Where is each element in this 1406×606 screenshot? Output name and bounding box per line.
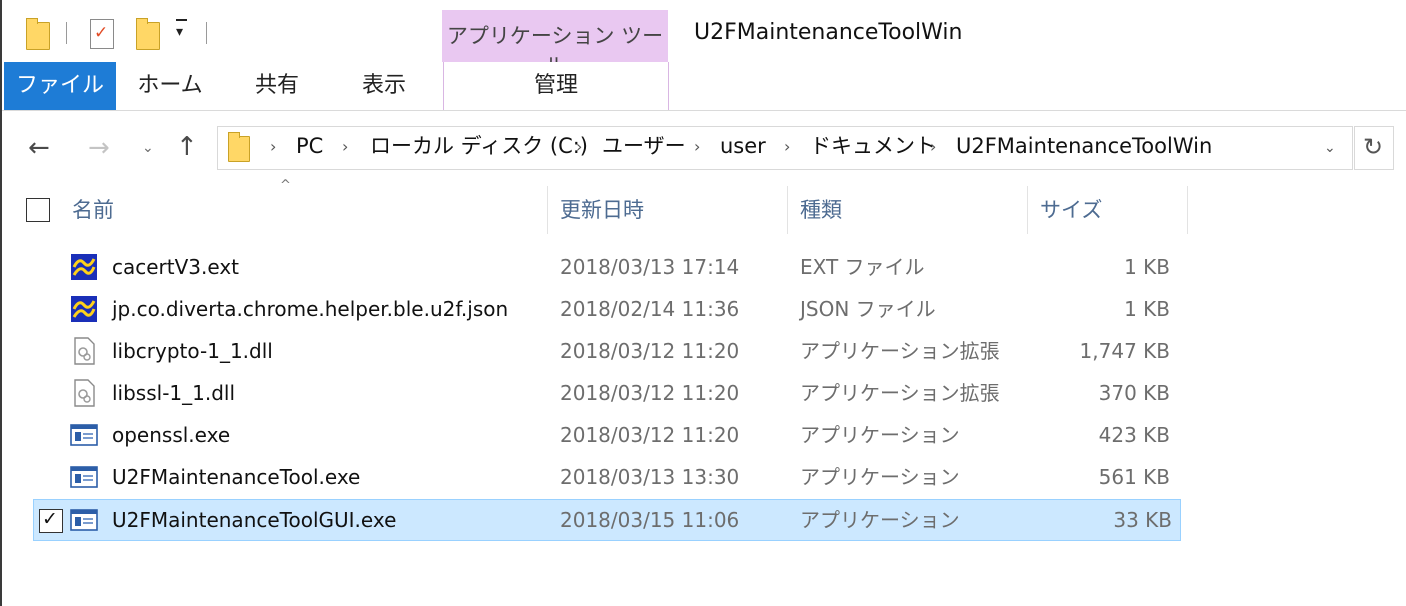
file-type: アプリケーション拡張 [800,381,1000,405]
file-date: 2018/03/12 11:20 [560,339,740,363]
file-size: 1 KB [1124,297,1170,321]
breadcrumb-user[interactable]: user [720,132,766,160]
column-divider[interactable] [1187,186,1188,234]
recent-locations-chevron-icon[interactable]: ⌄ [142,138,154,158]
file-row-selected[interactable]: ✓ U2FMaintenanceToolGUI.exe 2018/03/15 1… [33,499,1181,541]
file-name: libcrypto-1_1.dll [112,339,273,363]
up-arrow-icon[interactable]: ↑ [176,132,198,162]
row-checkbox[interactable]: ✓ [39,508,63,533]
file-name: openssl.exe [112,423,231,447]
exe-icon [70,424,98,446]
column-header-type[interactable]: 種類 [800,196,842,224]
file-type: アプリケーション [800,423,960,447]
file-date: 2018/03/12 11:20 [560,381,740,405]
select-all-checkbox[interactable] [26,198,50,222]
folder-icon [228,132,250,162]
column-divider[interactable] [787,186,788,234]
file-row[interactable]: libcrypto-1_1.dll 2018/03/12 11:20 アプリケー… [34,331,1178,371]
tab-file[interactable]: ファイル [4,62,116,110]
folder-icon[interactable] [26,18,50,50]
file-type: アプリケーション [800,508,960,532]
file-size: 370 KB [1098,381,1170,405]
file-date: 2018/03/13 13:30 [560,465,740,489]
exe-icon [70,509,98,531]
quick-access-dropdown-icon[interactable]: ▾ [176,19,188,42]
column-header-date[interactable]: 更新日時 [560,196,644,224]
toolbar-separator [206,22,207,44]
breadcrumb-separator-icon[interactable]: › [270,134,276,160]
file-type: EXT ファイル [800,255,925,279]
column-divider[interactable] [1027,186,1028,234]
breadcrumb-pc[interactable]: PC [296,132,323,160]
file-date: 2018/02/14 11:36 [560,297,740,321]
file-row[interactable]: openssl.exe 2018/03/12 11:20 アプリケーション 42… [34,415,1178,455]
file-row[interactable]: U2FMaintenanceTool.exe 2018/03/13 13:30 … [34,457,1178,497]
refresh-icon: ↻ [1363,133,1384,161]
file-size: 1 KB [1124,255,1170,279]
back-arrow-icon[interactable]: ← [28,134,50,162]
column-header-name[interactable]: 名前 [72,196,114,224]
file-name: cacertV3.ext [112,255,240,279]
new-folder-icon[interactable] [136,18,160,50]
breadcrumb-separator-icon[interactable]: › [784,134,790,160]
file-date: 2018/03/12 11:20 [560,423,740,447]
exe-icon [70,466,98,488]
file-date: 2018/03/15 11:06 [560,508,740,532]
unknown-file-icon [71,296,97,322]
tab-share[interactable]: 共有 [222,62,332,110]
breadcrumb-local-disk[interactable]: ローカル ディスク (C:) [370,132,588,160]
file-name: jp.co.diverta.chrome.helper.ble.u2f.json [112,297,509,321]
breadcrumb-documents[interactable]: ドキュメント [810,132,936,160]
properties-icon[interactable]: ✓ [90,19,114,49]
dll-icon [74,379,95,407]
checkmark-icon: ✓ [42,508,58,530]
breadcrumb-separator-icon[interactable]: › [342,134,348,160]
file-type: アプリケーション拡張 [800,339,1000,363]
breadcrumb-separator-icon[interactable]: › [694,134,700,160]
file-row[interactable]: cacertV3.ext 2018/03/13 17:14 EXT ファイル 1… [34,247,1178,287]
window-title: U2FMaintenanceToolWin [694,20,963,45]
forward-arrow-icon[interactable]: → [88,134,110,162]
dll-icon [74,337,95,365]
file-name: libssl-1_1.dll [112,381,236,405]
file-type: アプリケーション [800,465,960,489]
tab-home[interactable]: ホーム [118,62,222,110]
file-name: U2FMaintenanceTool.exe [112,465,361,489]
file-size: 1,747 KB [1079,339,1170,363]
file-date: 2018/03/13 17:14 [560,255,740,279]
file-row[interactable]: libssl-1_1.dll 2018/03/12 11:20 アプリケーション… [34,373,1178,413]
file-size: 561 KB [1098,465,1170,489]
column-header-size[interactable]: サイズ [1040,196,1102,224]
unknown-file-icon [71,254,97,280]
address-history-chevron-icon[interactable]: ⌄ [1324,138,1336,158]
file-name: U2FMaintenanceToolGUI.exe [112,508,397,532]
file-type: JSON ファイル [800,297,936,321]
breadcrumb-separator-icon[interactable]: › [576,134,582,160]
breadcrumb-users[interactable]: ユーザー [602,132,686,160]
file-size: 423 KB [1098,423,1170,447]
sort-ascending-icon: ^ [280,178,291,193]
breadcrumb-separator-icon[interactable]: › [930,134,936,160]
refresh-button[interactable]: ↻ [1354,126,1394,170]
file-size: 33 KB [1113,508,1172,532]
file-row[interactable]: jp.co.diverta.chrome.helper.ble.u2f.json… [34,289,1178,329]
toolbar-separator [66,22,67,44]
breadcrumb-current-folder[interactable]: U2FMaintenanceToolWin [956,132,1212,160]
tab-manage[interactable]: 管理 [443,62,669,110]
column-divider[interactable] [547,186,548,234]
tab-view[interactable]: 表示 [332,62,436,110]
